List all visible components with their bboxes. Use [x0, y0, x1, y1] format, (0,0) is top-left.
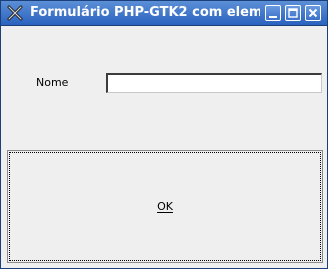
name-input[interactable] [106, 73, 322, 93]
minimize-icon [269, 16, 277, 18]
app-window: Formulário PHP-GTK2 com elementos Nome O… [0, 0, 328, 269]
ok-button[interactable]: OK [7, 150, 323, 263]
minimize-button[interactable] [265, 5, 281, 21]
maximize-icon [288, 8, 298, 18]
x-app-icon[interactable] [6, 4, 24, 22]
maximize-button[interactable] [285, 5, 301, 21]
close-icon [308, 8, 318, 18]
title-bar[interactable]: Formulário PHP-GTK2 com elementos [1, 1, 327, 26]
window-title: Formulário PHP-GTK2 com elementos [30, 5, 260, 20]
ok-label: OK [157, 200, 173, 213]
name-label: Nome [36, 76, 69, 89]
close-button[interactable] [305, 5, 321, 21]
